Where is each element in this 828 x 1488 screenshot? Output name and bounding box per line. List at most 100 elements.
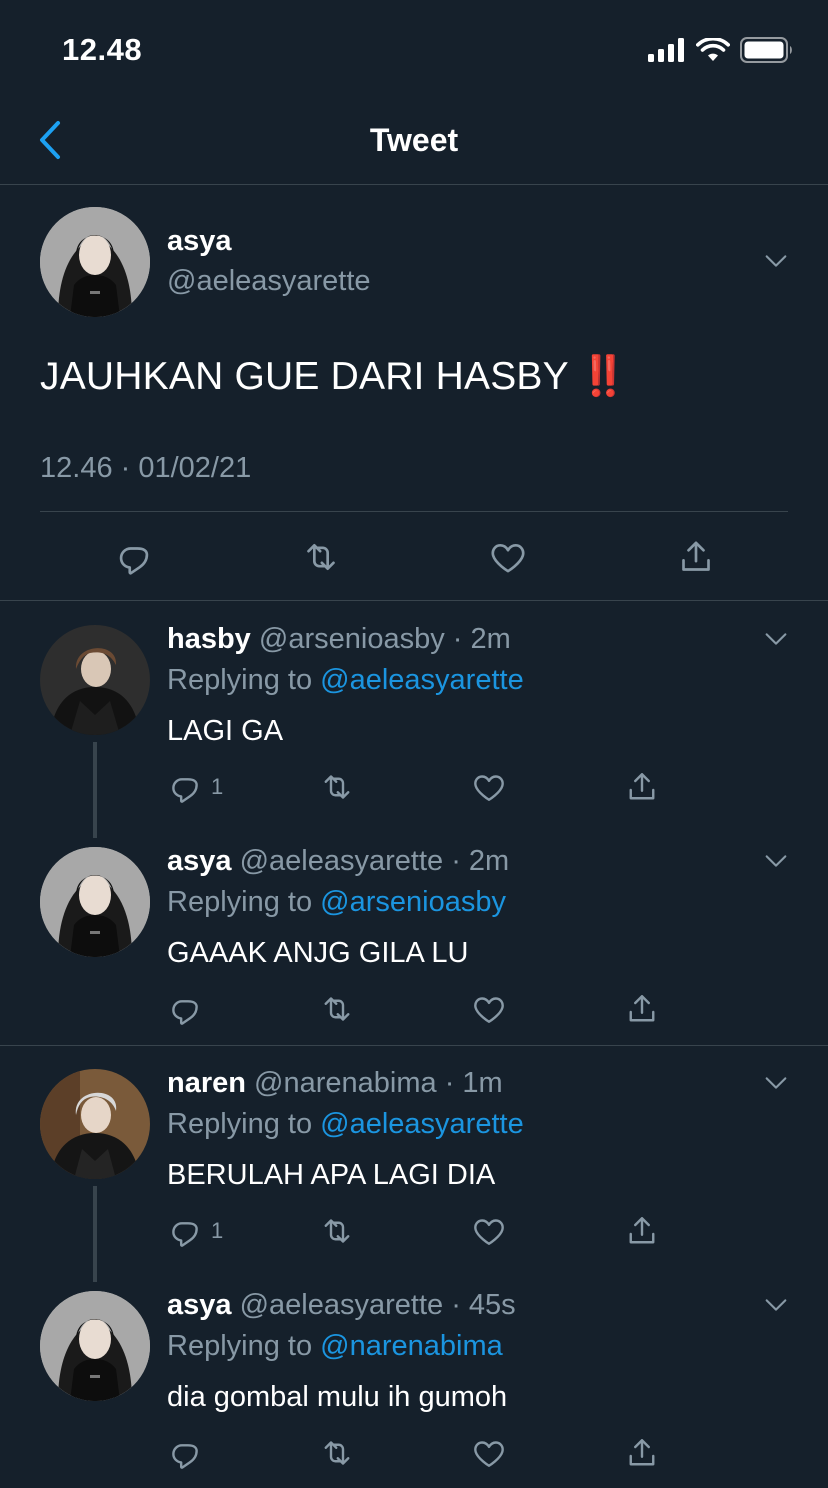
avatar[interactable] [40, 1069, 150, 1179]
reply-tweet[interactable]: asya @aeleasyarette · 45s Replying to @n… [0, 1267, 828, 1488]
like-button[interactable] [471, 1435, 507, 1471]
like-icon [471, 1213, 507, 1249]
reply-icon [167, 1213, 203, 1249]
nav-bar: Tweet [0, 96, 828, 185]
author-name[interactable]: asya [167, 1289, 232, 1321]
status-bar: 12.48 [0, 0, 828, 96]
reply-icon [167, 769, 203, 805]
share-button[interactable] [676, 537, 716, 577]
reply-count: 1 [211, 774, 224, 799]
tweet-menu-button[interactable] [762, 1069, 790, 1097]
avatar[interactable] [40, 847, 150, 957]
share-button[interactable] [624, 769, 660, 805]
reply-button[interactable] [167, 1435, 211, 1471]
reply-button[interactable] [114, 537, 154, 577]
tweet-actions [167, 991, 667, 1031]
reply-tweet[interactable]: naren @narenabima · 1m Replying to @aele… [0, 1045, 828, 1267]
author-handle[interactable]: @aeleasyarette [167, 265, 371, 298]
author-name[interactable]: hasby [167, 623, 251, 655]
main-tweet: asya @aeleasyarette JAUHKAN GUE DARI HAS… [0, 185, 828, 601]
retweet-button[interactable] [319, 1435, 355, 1471]
replying-to: Replying to @narenabima [167, 1330, 503, 1363]
share-icon [676, 537, 716, 577]
wifi-icon [696, 38, 730, 61]
signal-icon [648, 38, 684, 62]
caret-down-icon [762, 847, 790, 875]
replying-to: Replying to @aeleasyarette [167, 664, 524, 697]
tweet-menu-button[interactable] [762, 247, 790, 275]
author-handle[interactable]: @narenabima [254, 1067, 437, 1099]
retweet-button[interactable] [319, 1213, 355, 1249]
share-button[interactable] [624, 1213, 660, 1249]
tweet-actions: 1 [167, 1213, 667, 1253]
author-name[interactable]: asya [167, 845, 232, 877]
tweet-menu-button[interactable] [762, 1291, 790, 1319]
reply-icon [167, 1435, 203, 1471]
reply-text: BERULAH APA LAGI DIA [167, 1159, 496, 1191]
tweet-menu-button[interactable] [762, 625, 790, 653]
caret-down-icon [762, 247, 790, 275]
reply-time: · 2m [452, 623, 511, 655]
caret-down-icon [762, 1069, 790, 1097]
avatar[interactable] [40, 207, 150, 317]
retweet-icon [319, 769, 355, 805]
replying-to: Replying to @aeleasyarette [167, 1108, 524, 1141]
tweet-actions [0, 531, 828, 581]
reply-button[interactable]: 1 [167, 769, 223, 805]
battery-icon [740, 37, 792, 63]
mention-link[interactable]: @arsenioasby [320, 886, 506, 918]
retweet-icon [301, 537, 341, 577]
retweet-button[interactable] [319, 991, 355, 1027]
author-handle[interactable]: @arsenioasby [259, 623, 445, 655]
share-button[interactable] [624, 991, 660, 1027]
like-button[interactable] [471, 769, 507, 805]
author-handle[interactable]: @aeleasyarette [240, 845, 444, 877]
tweet-actions [167, 1435, 667, 1475]
share-icon [624, 1435, 660, 1471]
retweet-icon [319, 991, 355, 1027]
reply-button[interactable]: 1 [167, 1213, 223, 1249]
replying-to-label: Replying to [167, 664, 313, 696]
author-name[interactable]: naren [167, 1067, 246, 1099]
like-button[interactable] [488, 537, 528, 577]
reply-time: · 2m [451, 845, 510, 877]
like-icon [471, 1435, 507, 1471]
divider [40, 511, 788, 512]
author-name[interactable]: asya [167, 225, 232, 258]
mention-link[interactable]: @narenabima [320, 1330, 503, 1362]
status-time: 12.48 [62, 32, 143, 67]
mention-link[interactable]: @aeleasyarette [320, 1108, 524, 1140]
reply-icon [114, 537, 154, 577]
reply-time: · 45s [451, 1289, 516, 1321]
share-button[interactable] [624, 1435, 660, 1471]
reply-button[interactable] [167, 991, 211, 1027]
tweet-menu-button[interactable] [762, 847, 790, 875]
reply-tweet[interactable]: asya @aeleasyarette · 2m Replying to @ar… [0, 823, 828, 1045]
caret-down-icon [762, 625, 790, 653]
caret-down-icon [762, 1291, 790, 1319]
status-icons [648, 36, 794, 64]
reply-tweet[interactable]: hasby @arsenioasby · 2m Replying to @ael… [0, 601, 828, 823]
reply-count: 1 [211, 1218, 224, 1243]
replying-to-label: Replying to [167, 1330, 313, 1362]
retweet-button[interactable] [319, 769, 355, 805]
page-title: Tweet [369, 122, 459, 158]
like-button[interactable] [471, 991, 507, 1027]
author-handle[interactable]: @aeleasyarette [240, 1289, 444, 1321]
reply-header: hasby @arsenioasby · 2m [167, 623, 511, 656]
reply-text: LAGI GA [167, 715, 284, 747]
like-button[interactable] [471, 1213, 507, 1249]
avatar[interactable] [40, 1291, 150, 1401]
retweet-button[interactable] [301, 537, 341, 577]
tweet-actions: 1 [167, 769, 667, 809]
avatar[interactable] [40, 625, 150, 735]
tweet-text: JAUHKAN GUE DARI HASBY ‼️ [40, 353, 628, 399]
share-icon [624, 991, 660, 1027]
replying-to-label: Replying to [167, 886, 313, 918]
retweet-icon [319, 1435, 355, 1471]
mention-link[interactable]: @aeleasyarette [320, 664, 524, 696]
like-icon [471, 769, 507, 805]
reply-header: asya @aeleasyarette · 45s [167, 1289, 516, 1322]
tweet-timestamp: 12.46 · 01/02/21 [40, 452, 252, 484]
reply-icon [167, 991, 203, 1027]
